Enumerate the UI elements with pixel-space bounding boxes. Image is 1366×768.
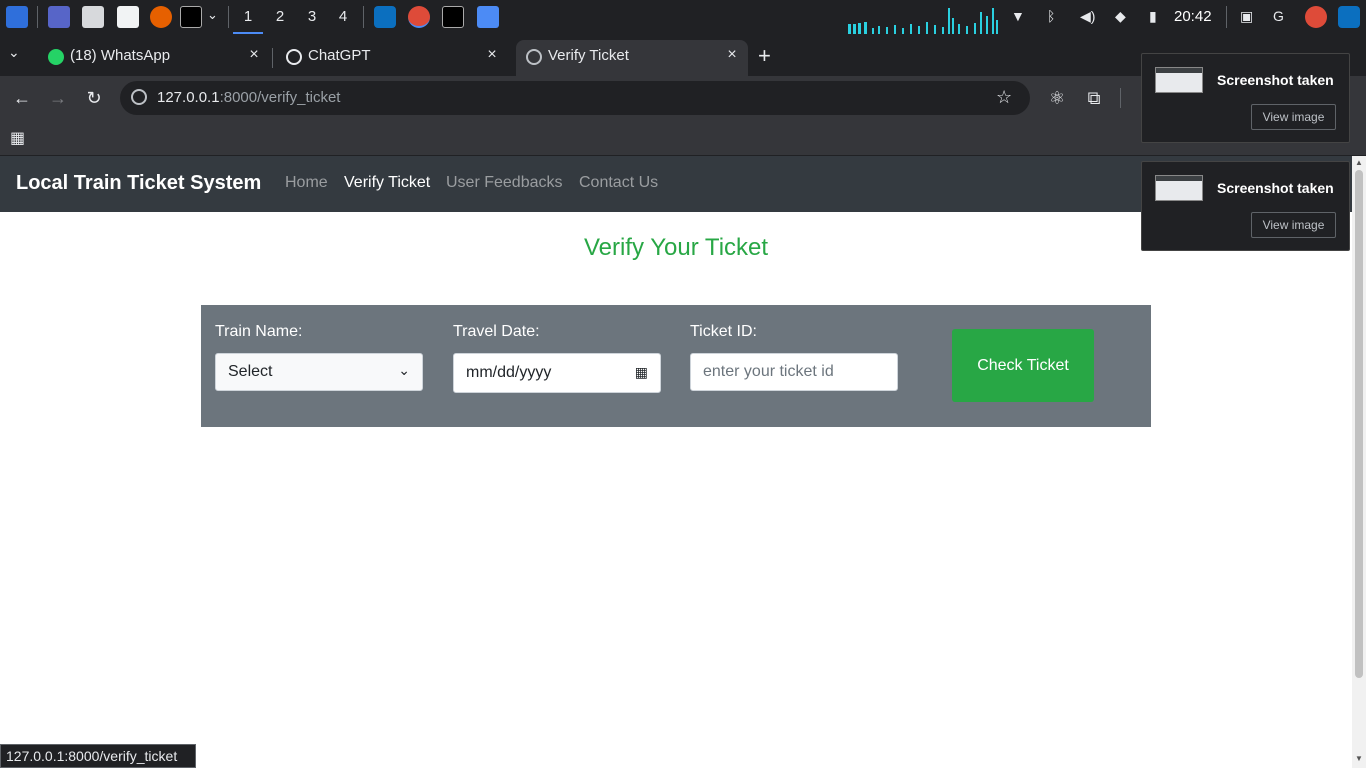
tab-title: ChatGPT	[308, 47, 371, 64]
url-path: :8000/verify_ticket	[219, 89, 341, 106]
ticket-id-placeholder: enter your ticket id	[703, 363, 834, 380]
close-icon[interactable]: ×	[484, 46, 500, 64]
tab-chatgpt[interactable]: ChatGPT ×	[276, 40, 508, 76]
close-icon[interactable]: ×	[246, 46, 262, 64]
view-image-button[interactable]: View image	[1251, 104, 1336, 130]
ticket-id-label: Ticket ID:	[690, 323, 757, 340]
page-scrollbar[interactable]: ▲ ▼	[1352, 156, 1366, 768]
globe-icon	[526, 49, 542, 65]
clock[interactable]: 20:42	[1174, 0, 1218, 34]
extensions-icon[interactable]: ⧉	[1082, 86, 1106, 110]
tab-verify-ticket[interactable]: Verify Ticket ×	[516, 40, 748, 76]
os-taskbar: ⌄ 1 2 3 4 ▼ ᛒ ◀) ◆ ▮ 20:42 ▣ G	[0, 0, 1366, 34]
vscode-icon[interactable]	[374, 6, 396, 28]
back-arrow-icon[interactable]: ←	[10, 86, 34, 110]
workspace-4[interactable]: 4	[328, 0, 358, 34]
taskbar-divider	[1226, 6, 1227, 28]
text-editor-icon[interactable]	[117, 6, 139, 28]
whatsapp-icon	[48, 49, 64, 65]
react-devtools-icon[interactable]: ⚛	[1045, 86, 1069, 110]
toolbar-divider	[1120, 88, 1121, 108]
battery-icon[interactable]: ▮	[1149, 8, 1157, 25]
chrome-tray-icon[interactable]	[1305, 6, 1327, 28]
train-name-selected: Select	[228, 363, 273, 380]
check-ticket-button[interactable]: Check Ticket	[952, 329, 1094, 402]
travel-date-input[interactable]: mm/dd/yyyy ▦	[453, 353, 661, 393]
scroll-thumb[interactable]	[1355, 170, 1363, 678]
volume-icon[interactable]: ◀)	[1080, 8, 1095, 25]
screenshot-thumbnail	[1155, 67, 1203, 93]
tab-title: Verify Ticket	[548, 47, 629, 64]
calendar-icon[interactable]: ▦	[635, 364, 648, 381]
screenshot-notification[interactable]: Screenshot taken View image	[1141, 161, 1350, 251]
cpu-usage-graph	[848, 8, 998, 34]
folder-icon[interactable]	[477, 6, 499, 28]
close-icon[interactable]: ×	[724, 46, 740, 64]
google-icon[interactable]: G	[1273, 8, 1284, 24]
reload-icon[interactable]: ↻	[82, 86, 106, 110]
vscode-tray-icon[interactable]	[1338, 6, 1360, 28]
travel-date-placeholder: mm/dd/yyyy	[466, 364, 552, 381]
chevron-down-icon[interactable]: ⌄	[207, 7, 218, 23]
ticket-id-input[interactable]: enter your ticket id	[690, 353, 898, 391]
scroll-down-arrow-icon[interactable]: ▼	[1355, 754, 1363, 763]
train-name-select[interactable]: Select ⌄	[215, 353, 423, 391]
wifi-icon[interactable]: ▼	[1011, 8, 1025, 24]
scroll-up-arrow-icon[interactable]: ▲	[1355, 158, 1363, 167]
nav-verify-ticket[interactable]: Verify Ticket	[344, 174, 430, 192]
apps-grid-icon[interactable]: ▦	[10, 128, 25, 148]
url-text[interactable]: 127.0.0.1:8000/verify_ticket	[157, 89, 340, 106]
desktop-icon[interactable]	[48, 6, 70, 28]
screenshot-notification[interactable]: Screenshot taken View image	[1141, 53, 1350, 143]
view-image-button[interactable]: View image	[1251, 212, 1336, 238]
plus-icon[interactable]: +	[758, 43, 771, 69]
chrome-icon[interactable]	[408, 6, 430, 28]
app-menu-icon[interactable]	[6, 6, 28, 28]
workspace-2[interactable]: 2	[265, 0, 295, 34]
file-manager-icon[interactable]	[82, 6, 104, 28]
bluetooth-icon[interactable]: ᛒ	[1047, 8, 1055, 24]
terminal-icon[interactable]	[180, 6, 202, 28]
tab-search-chevron-icon[interactable]: ⌄	[8, 44, 20, 61]
nav-home[interactable]: Home	[285, 174, 328, 192]
nav-user-feedbacks[interactable]: User Feedbacks	[446, 174, 563, 192]
url-host: 127.0.0.1	[157, 89, 220, 106]
workspace-1[interactable]: 1	[233, 0, 263, 34]
notification-title: Screenshot taken	[1217, 72, 1334, 88]
notification-bell-icon[interactable]: ◆	[1115, 8, 1126, 25]
terminal-icon[interactable]	[442, 6, 464, 28]
link-status-bar: 127.0.0.1:8000/verify_ticket	[0, 744, 196, 768]
screenshot-thumbnail	[1155, 175, 1203, 201]
taskbar-divider	[37, 6, 38, 28]
notification-title: Screenshot taken	[1217, 180, 1334, 196]
verify-ticket-form: Train Name: Select ⌄ Travel Date: mm/dd/…	[201, 305, 1151, 427]
nav-contact-us[interactable]: Contact Us	[579, 174, 658, 192]
travel-date-label: Travel Date:	[453, 323, 540, 340]
taskbar-divider	[228, 6, 229, 28]
site-info-icon[interactable]	[131, 89, 147, 105]
chatgpt-icon	[286, 49, 302, 65]
chevron-down-icon: ⌄	[398, 362, 410, 378]
site-brand[interactable]: Local Train Ticket System	[16, 172, 261, 195]
tab-divider	[272, 48, 273, 68]
tab-title: (18) WhatsApp	[70, 47, 171, 64]
bookmark-star-icon[interactable]: ☆	[996, 87, 1012, 108]
taskbar-divider	[363, 6, 364, 28]
workspace-3[interactable]: 3	[297, 0, 327, 34]
tab-whatsapp[interactable]: (18) WhatsApp ×	[38, 40, 270, 76]
forward-arrow-icon[interactable]: →	[46, 86, 70, 110]
firefox-icon[interactable]	[150, 6, 172, 28]
train-name-label: Train Name:	[215, 323, 303, 340]
lock-icon[interactable]: ▣	[1240, 8, 1253, 25]
address-bar[interactable]: 127.0.0.1:8000/verify_ticket ☆	[120, 81, 1030, 115]
